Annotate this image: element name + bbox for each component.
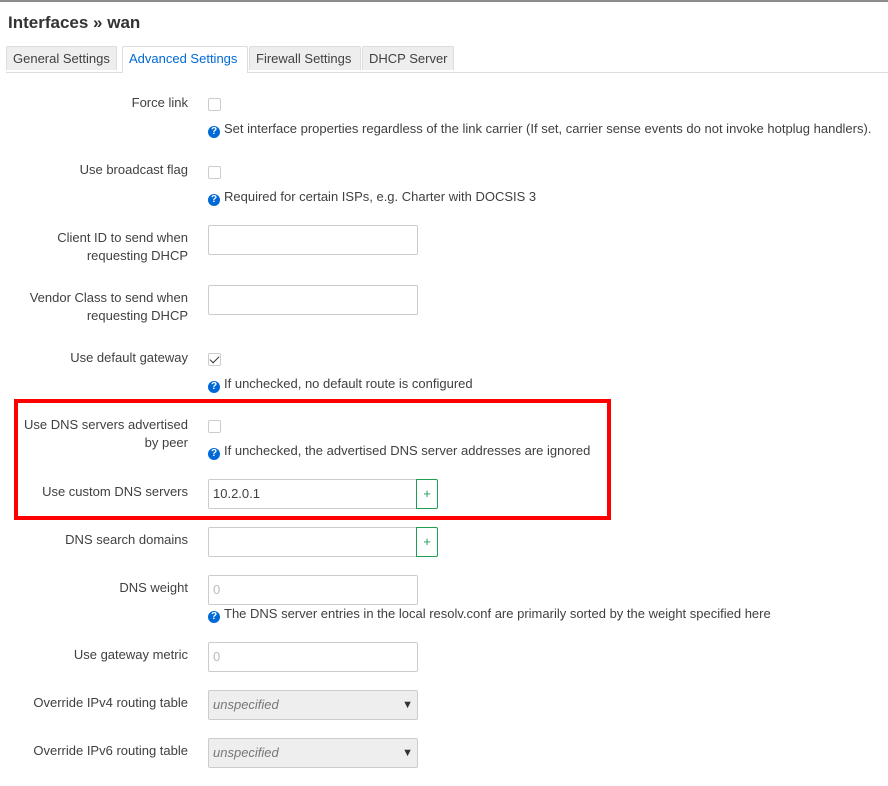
- client-id-label: Client ID to send when requesting DHCP: [57, 229, 188, 265]
- dropdown-arrow-icon: ▼: [402, 747, 413, 759]
- broadcast-flag-label: Use broadcast flag: [79, 162, 188, 177]
- tab-advanced-settings[interactable]: Advanced Settings: [122, 46, 248, 73]
- tab-bar: General Settings Advanced Settings Firew…: [6, 46, 888, 73]
- vendor-class-label: Vendor Class to send when requesting DHC…: [30, 289, 188, 325]
- dns-search-add-button[interactable]: +: [416, 527, 438, 557]
- ipv4-table-select[interactable]: unspecified ▼: [208, 690, 418, 720]
- vendor-class-label-line1: Vendor Class to send when: [29, 290, 188, 305]
- dns-search-input[interactable]: [208, 527, 418, 557]
- dns-weight-help: ? The DNS server entries in the local res…: [208, 606, 771, 623]
- broadcast-flag-checkbox[interactable]: [208, 166, 221, 179]
- force-link-checkbox[interactable]: [208, 98, 221, 111]
- ipv6-table-label: Override IPv6 routing table: [33, 743, 188, 758]
- tab-firewall-settings[interactable]: Firewall Settings: [249, 46, 361, 70]
- client-id-label-line2: requesting DHCP: [86, 248, 188, 263]
- default-gateway-checkbox[interactable]: [208, 353, 221, 366]
- question-circle-icon: ?: [208, 381, 220, 393]
- dns-search-label: DNS search domains: [65, 532, 188, 547]
- client-id-label-line1: Client ID to send when: [57, 230, 188, 245]
- page-title: Interfaces » wan: [8, 13, 141, 32]
- tab-general-settings[interactable]: General Settings: [6, 46, 117, 70]
- question-circle-icon: ?: [208, 126, 220, 138]
- gateway-metric-label: Use gateway metric: [73, 647, 188, 662]
- broadcast-flag-help-text: Required for certain ISPs, e.g. Charter …: [224, 189, 537, 204]
- dns-weight-label: DNS weight: [119, 580, 188, 595]
- default-gateway-help-text: If unchecked, no default route is config…: [224, 376, 473, 391]
- tab-dhcp-server[interactable]: DHCP Server: [362, 46, 454, 70]
- dns-weight-placeholder: 0: [213, 582, 221, 597]
- ipv6-table-select[interactable]: unspecified ▼: [208, 738, 418, 768]
- client-id-input[interactable]: [208, 225, 418, 255]
- dns-weight-help-text: The DNS server entries in the local reso…: [224, 606, 771, 621]
- force-link-help: ? Set interface properties regardless of …: [208, 121, 871, 138]
- dropdown-arrow-icon: ▼: [402, 699, 413, 711]
- highlight-box: [14, 399, 611, 520]
- broadcast-flag-help: ? Required for certain ISPs, e.g. Charter…: [208, 189, 536, 206]
- force-link-label: Force link: [131, 95, 188, 110]
- question-circle-icon: ?: [208, 194, 220, 206]
- top-border: [0, 0, 888, 2]
- gateway-metric-placeholder: 0: [213, 649, 221, 664]
- question-circle-icon: ?: [208, 611, 220, 623]
- dns-weight-input[interactable]: 0: [208, 575, 418, 605]
- gateway-metric-input[interactable]: 0: [208, 642, 418, 672]
- vendor-class-label-line2: requesting DHCP: [86, 308, 188, 323]
- vendor-class-input[interactable]: [208, 285, 418, 315]
- ipv4-table-label: Override IPv4 routing table: [33, 695, 188, 710]
- default-gateway-help: ? If unchecked, no default route is confi…: [208, 376, 473, 393]
- force-link-help-text: Set interface properties regardless of t…: [224, 121, 872, 136]
- ipv6-table-value: unspecified: [213, 745, 279, 760]
- ipv4-table-value: unspecified: [213, 697, 279, 712]
- default-gateway-label: Use default gateway: [70, 350, 188, 365]
